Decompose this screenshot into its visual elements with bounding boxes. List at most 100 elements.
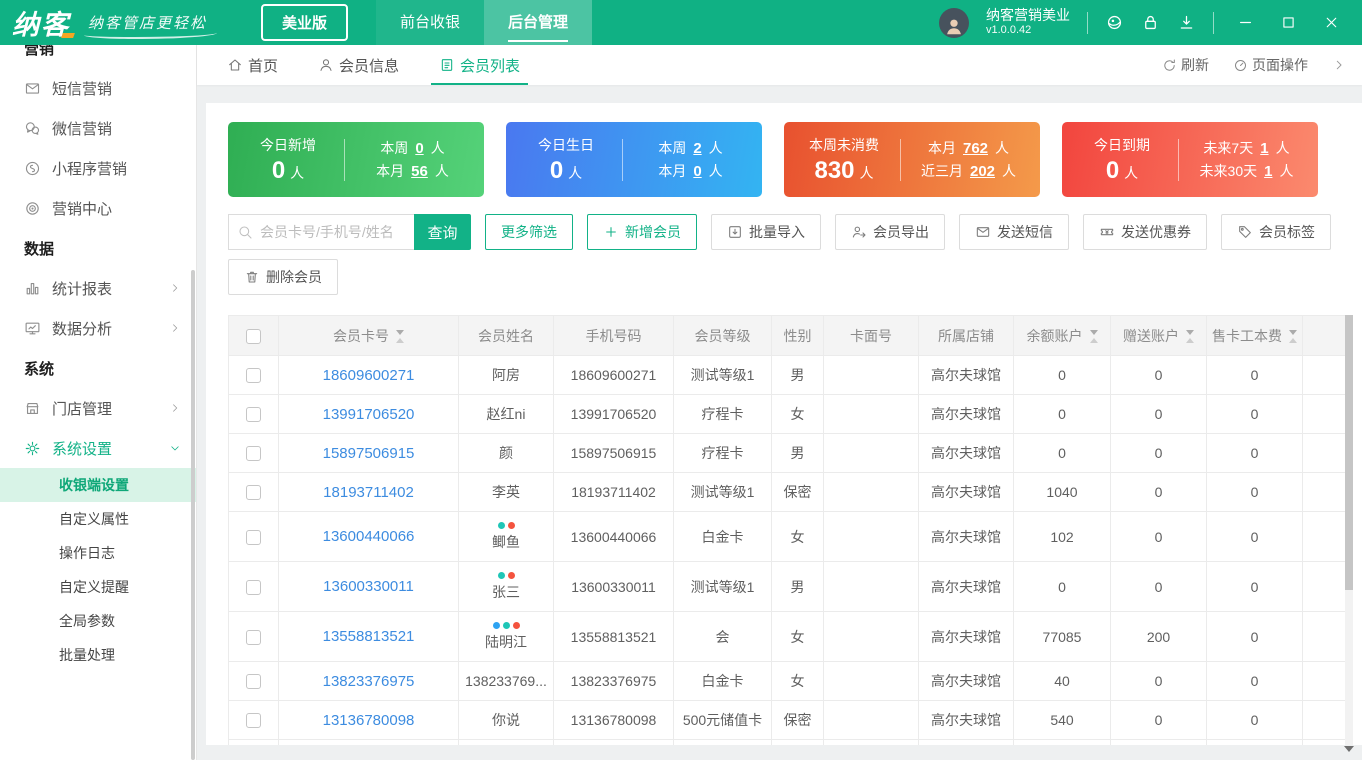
- stat-detail-value[interactable]: 56: [411, 160, 428, 183]
- column-header[interactable]: 售卡工本费: [1207, 316, 1303, 356]
- stat-detail-value[interactable]: 1: [1260, 137, 1268, 160]
- sidebar-subitem-13[interactable]: 操作日志: [0, 536, 196, 570]
- sidebar-item-6[interactable]: 统计报表: [0, 268, 196, 308]
- sidebar-item-3[interactable]: 小程序营销: [0, 148, 196, 188]
- tag-dot-red: [508, 522, 515, 529]
- minimize-button[interactable]: [1237, 14, 1254, 31]
- stat-detail-value[interactable]: 2: [693, 137, 701, 160]
- collapse-arrow-icon[interactable]: [1332, 58, 1346, 72]
- tab-2[interactable]: 会员列表: [439, 45, 520, 85]
- member-card-link[interactable]: 18193711402: [323, 484, 414, 501]
- sidebar-item-9[interactable]: 门店管理: [0, 388, 196, 428]
- gender-cell: 女: [772, 612, 824, 662]
- row-checkbox[interactable]: [246, 485, 261, 500]
- toolbar-button-0[interactable]: 更多筛选: [485, 214, 573, 250]
- divider: [900, 139, 901, 181]
- member-card-link[interactable]: 15897506915: [323, 445, 415, 462]
- member-card-link[interactable]: 18609600271: [323, 367, 415, 384]
- toolbar-button-5[interactable]: 发送优惠券: [1083, 214, 1207, 250]
- member-card-link[interactable]: 13600440066: [323, 528, 415, 545]
- search-input[interactable]: [228, 214, 414, 250]
- row-checkbox[interactable]: [246, 446, 261, 461]
- chevron-right-icon: [169, 322, 181, 334]
- select-all-checkbox[interactable]: [246, 329, 261, 344]
- scroll-down-arrow[interactable]: [1344, 746, 1354, 752]
- sidebar-subitem-15[interactable]: 全局参数: [0, 604, 196, 638]
- maximize-button[interactable]: [1280, 14, 1297, 31]
- sort-icon[interactable]: [1090, 330, 1098, 343]
- sidebar-subitem-16[interactable]: 批量处理: [0, 638, 196, 672]
- gift-cell: 0: [1111, 701, 1207, 740]
- toolbar-button-4[interactable]: 发送短信: [959, 214, 1069, 250]
- top-nav-tab-0[interactable]: 前台收银: [376, 0, 484, 45]
- fee-cell: 0: [1207, 434, 1303, 473]
- sidebar-item-2[interactable]: 微信营销: [0, 108, 196, 148]
- toolbar-button-2[interactable]: 批量导入: [711, 214, 821, 250]
- refresh-button[interactable]: 刷新: [1162, 55, 1209, 75]
- row-checkbox[interactable]: [246, 713, 261, 728]
- lock-icon[interactable]: [1141, 13, 1160, 32]
- toolbar-button-3[interactable]: 会员导出: [835, 214, 945, 250]
- sidebar-subitem-11[interactable]: 收银端设置: [0, 468, 196, 502]
- delete-member-button[interactable]: 删除会员: [228, 259, 338, 295]
- row-checkbox[interactable]: [246, 674, 261, 689]
- row-checkbox[interactable]: [246, 530, 261, 545]
- fee-cell: 0: [1207, 356, 1303, 395]
- stat-detail-value[interactable]: 1: [1264, 160, 1272, 183]
- sidebar-subitem-12[interactable]: 自定义属性: [0, 502, 196, 536]
- stat-detail-value[interactable]: 762: [963, 137, 988, 160]
- column-header[interactable]: 余额账户: [1014, 316, 1111, 356]
- filler-cell: [1303, 356, 1347, 395]
- row-checkbox[interactable]: [246, 407, 261, 422]
- tab-1[interactable]: 会员信息: [318, 45, 399, 85]
- row-checkbox[interactable]: [246, 368, 261, 383]
- member-name: 张三: [459, 582, 553, 602]
- refresh-label: 刷新: [1181, 55, 1209, 75]
- column-header[interactable]: 赠送账户: [1111, 316, 1207, 356]
- sidebar-item-label: 小程序营销: [52, 158, 127, 179]
- sidebar-subitem-14[interactable]: 自定义提醒: [0, 570, 196, 604]
- member-card-link[interactable]: 13823376975: [323, 673, 415, 690]
- edition-badge[interactable]: 美业版: [261, 4, 348, 41]
- stat-detail-value[interactable]: 0: [693, 160, 701, 183]
- row-checkbox[interactable]: [246, 630, 261, 645]
- sidebar-item-7[interactable]: 数据分析: [0, 308, 196, 348]
- stat-title: 今日到期: [1078, 135, 1166, 155]
- member-card-link[interactable]: 13558813521: [323, 628, 415, 645]
- checkbox-cell: [229, 512, 279, 562]
- top-nav-tab-1[interactable]: 后台管理: [484, 0, 592, 45]
- page-operations-button[interactable]: 页面操作: [1233, 55, 1308, 75]
- sort-icon[interactable]: [1186, 330, 1194, 343]
- member-card-link[interactable]: 13136780098: [323, 712, 415, 729]
- gender-cell: 女: [772, 662, 824, 701]
- download-icon[interactable]: [1177, 13, 1196, 32]
- sidebar-item-4[interactable]: 营销中心: [0, 188, 196, 228]
- toolbar-button-6[interactable]: 会员标签: [1221, 214, 1331, 250]
- row-checkbox[interactable]: [246, 580, 261, 595]
- avatar[interactable]: [939, 8, 969, 38]
- search-button[interactable]: 查询: [414, 214, 471, 250]
- card-no-cell: 15897506915: [279, 434, 459, 473]
- close-button[interactable]: [1323, 14, 1340, 31]
- sidebar-item-10[interactable]: 系统设置: [0, 428, 196, 468]
- gift-cell: 0: [1111, 473, 1207, 512]
- member-card-link[interactable]: 13991706520: [323, 406, 415, 423]
- sidebar-item-1[interactable]: 短信营销: [0, 68, 196, 108]
- sidebar-scrollbar[interactable]: [191, 270, 195, 760]
- column-header[interactable]: 会员卡号: [279, 316, 459, 356]
- sort-icon[interactable]: [396, 330, 404, 343]
- sort-icon[interactable]: [1289, 330, 1297, 343]
- service-icon[interactable]: [1105, 13, 1124, 32]
- stat-detail-value[interactable]: 0: [415, 137, 423, 160]
- phone-cell: 13600330011: [554, 562, 674, 612]
- table-scrollbar[interactable]: [1345, 315, 1353, 745]
- member-card-link[interactable]: 13600330011: [323, 578, 414, 595]
- stat-detail-value[interactable]: 202: [970, 160, 995, 183]
- table-row: 13600440066鲫鱼13600440066白金卡女高尔夫球馆10200: [229, 512, 1347, 562]
- tab-0[interactable]: 首页: [227, 45, 278, 85]
- table-scrollbar-thumb[interactable]: [1345, 315, 1353, 590]
- toolbar-button-1[interactable]: 新增会员: [587, 214, 697, 250]
- refresh-icon: [1162, 58, 1177, 73]
- table-row: 15897506915颜15897506915疗程卡男高尔夫球馆000: [229, 434, 1347, 473]
- trash-icon: [244, 269, 260, 285]
